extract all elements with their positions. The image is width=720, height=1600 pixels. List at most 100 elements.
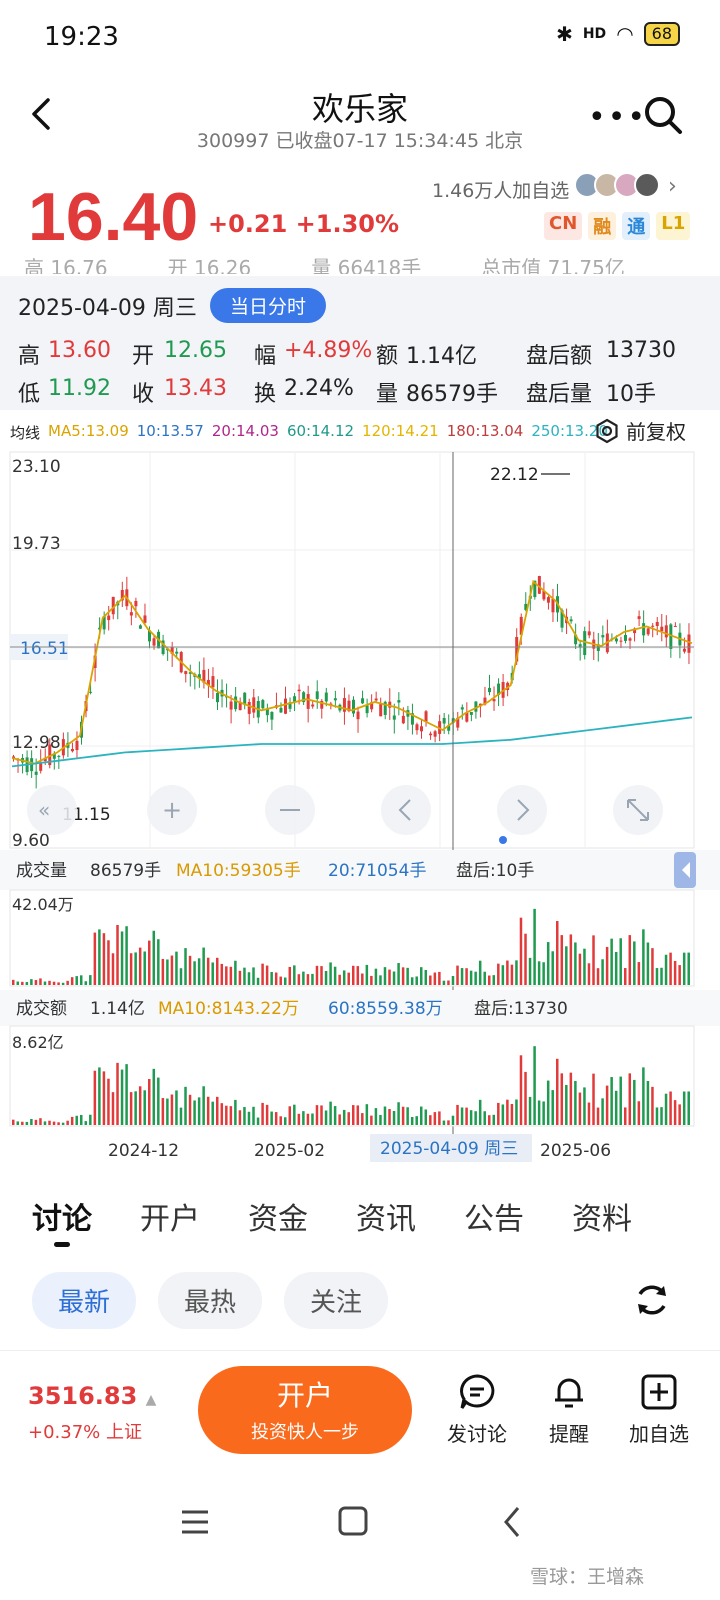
filter-latest[interactable]: 最新	[32, 1272, 137, 1329]
home-icon[interactable]	[338, 1506, 368, 1536]
refresh-icon[interactable]	[632, 1280, 672, 1320]
volume-bar	[642, 929, 645, 985]
amount-bar	[193, 1100, 196, 1125]
tab-funds[interactable]: 资金	[248, 1194, 308, 1238]
open-value: 12.65	[164, 338, 227, 363]
chevron-right-icon[interactable]: ›	[668, 174, 677, 199]
candle-body	[429, 733, 433, 736]
amount-bar	[596, 1107, 600, 1125]
price-adjust-toggle[interactable]: 前复权	[594, 416, 686, 445]
amount-bar	[143, 1090, 146, 1125]
summary-open: 开 16.26	[167, 256, 252, 274]
candle-body	[265, 709, 269, 716]
watch-count[interactable]: 1.46万人加自选	[432, 176, 569, 203]
volume-bar	[474, 971, 477, 985]
volume-bar	[89, 975, 92, 985]
volume-bar	[265, 965, 269, 985]
amount-bar	[447, 1120, 450, 1125]
amount-bar	[605, 1085, 609, 1125]
filter-hot[interactable]: 最热	[158, 1272, 263, 1329]
amount-bar	[34, 1119, 38, 1125]
open-account-button[interactable]: 开户 投资快人一步	[198, 1366, 412, 1454]
amount-bar	[152, 1068, 156, 1125]
volume-bar	[406, 967, 409, 985]
amount-ma10: MA10:8143.22万	[158, 999, 299, 1019]
chat-bubble-icon	[460, 1374, 495, 1409]
amount-bar	[297, 1113, 301, 1125]
amount-title: 成交额	[16, 999, 67, 1019]
volume-bar	[637, 962, 641, 985]
more-icon[interactable]: •••	[588, 100, 647, 135]
amount-bar	[433, 1112, 437, 1125]
candle-body	[651, 625, 655, 627]
tab-announcements[interactable]: 公告	[464, 1194, 524, 1238]
turnover-value: 2.24%	[284, 376, 354, 401]
volume-ma20: 20:71054手	[328, 861, 426, 881]
candle-body	[89, 691, 93, 693]
back-nav-icon[interactable]	[504, 1507, 520, 1537]
add-watchlist-button[interactable]: 加自选	[624, 1372, 694, 1447]
amount-bar	[43, 1121, 47, 1125]
volume-bar	[229, 966, 233, 985]
settings-gear-icon	[596, 418, 618, 443]
volume-bar	[420, 967, 423, 985]
amount-bar	[166, 1098, 169, 1125]
close-value: 13.43	[164, 376, 227, 401]
amount-bar	[80, 1114, 83, 1125]
volume-bar	[188, 955, 192, 985]
volume-bar	[120, 931, 124, 985]
scroll-left-button[interactable]	[381, 785, 431, 835]
volume-bar	[21, 981, 24, 985]
tag-cn: CN	[544, 212, 583, 240]
amount-bar	[392, 1111, 396, 1125]
tag-connect: 通	[622, 212, 651, 240]
y-tick: 9.60	[12, 831, 50, 851]
volume-bar	[220, 963, 224, 985]
alert-button[interactable]: 提醒	[534, 1372, 604, 1447]
intraday-button[interactable]: 当日分时	[210, 288, 327, 323]
tab-news[interactable]: 资讯	[356, 1194, 416, 1238]
collapse-button[interactable]	[27, 785, 77, 835]
amount-bar	[669, 1091, 672, 1125]
ma120-value: 120:14.21	[362, 422, 439, 440]
candle-body	[175, 651, 179, 654]
amount-bar	[39, 1118, 42, 1125]
tab-discussion[interactable]: 讨论	[32, 1194, 92, 1238]
scroll-right-button[interactable]	[497, 785, 547, 835]
filter-following[interactable]: 关注	[284, 1272, 389, 1329]
candle-body	[601, 635, 605, 638]
search-icon[interactable]	[642, 94, 684, 136]
volume-bar	[542, 962, 545, 985]
volume-bar	[610, 938, 613, 985]
amount-bar	[125, 1064, 128, 1125]
volume-bar	[98, 929, 101, 985]
candle-body	[551, 598, 555, 613]
tab-profile[interactable]: 资料	[572, 1194, 632, 1238]
volume-bar	[270, 972, 273, 985]
volume-bar	[429, 975, 432, 985]
amount-bar	[138, 1086, 142, 1125]
volume-bar	[673, 960, 677, 985]
amount-bar	[537, 1100, 541, 1125]
volume-bar	[39, 978, 42, 985]
menu-icon[interactable]	[182, 1510, 208, 1534]
amount-bar	[75, 1115, 78, 1125]
candle-body	[252, 697, 256, 713]
volume-bar	[601, 959, 604, 985]
amount-bar	[102, 1071, 106, 1125]
amount-bar	[175, 1090, 178, 1125]
kline-chart[interactable]: 23.10 19.73 16.51 12.98 9.60 22.12 11.15…	[0, 450, 720, 1166]
amount-bar	[129, 1092, 133, 1125]
amount-bar	[93, 1070, 97, 1125]
watcher-avatars[interactable]	[574, 172, 660, 198]
amount-label: 额	[376, 344, 399, 369]
post-discussion-button[interactable]: 发讨论	[442, 1372, 512, 1447]
amount-bar	[342, 1109, 346, 1125]
index-value[interactable]: 3516.83 ▲	[28, 1382, 156, 1410]
index-change: +0.37% 上证	[28, 1422, 142, 1443]
tab-open-account[interactable]: 开户	[140, 1194, 200, 1238]
candle-body	[682, 648, 686, 652]
amount-bar	[229, 1106, 233, 1125]
amount-bar	[265, 1104, 269, 1125]
volume-bar	[515, 960, 518, 985]
